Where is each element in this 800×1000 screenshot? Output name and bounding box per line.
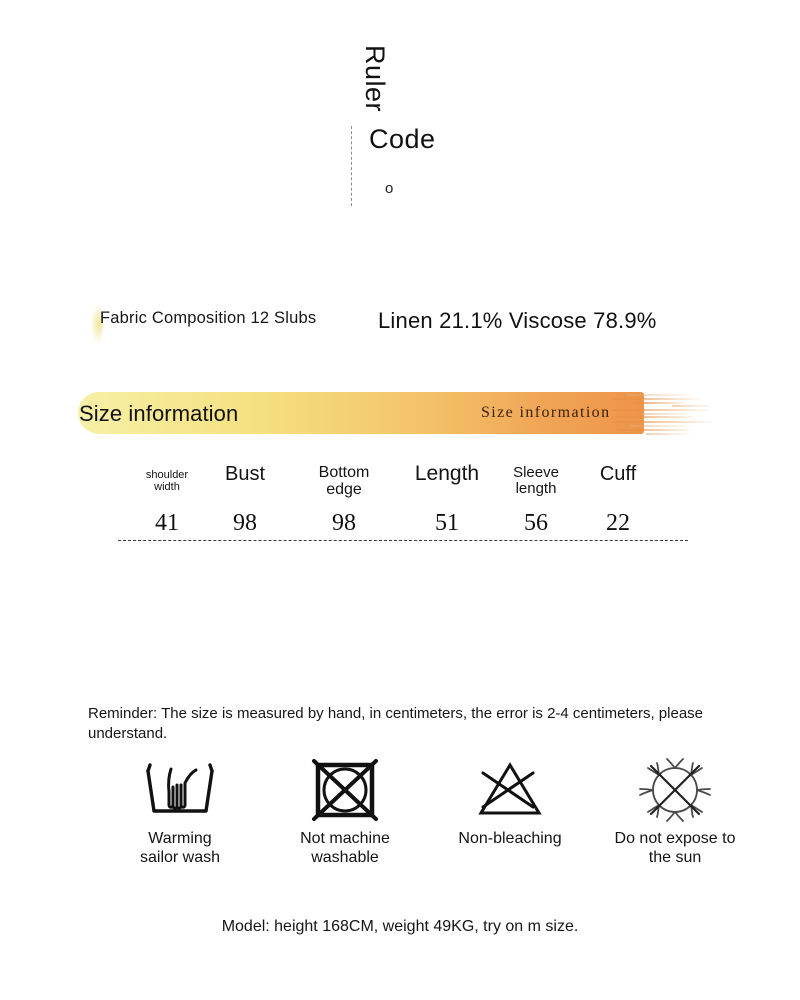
measurement-value: 22 xyxy=(606,510,630,536)
care-instruction-item: Not machine washable xyxy=(265,756,425,867)
measurement-header: Length xyxy=(414,462,480,485)
banner-streak-line xyxy=(630,425,692,427)
measurement-column: Sleeve length 56 xyxy=(495,460,577,536)
no-sun-icon xyxy=(595,756,755,824)
measurement-column: Bust 98 xyxy=(207,460,283,536)
banner-streak-line xyxy=(612,409,708,411)
measurement-header: shoulder width xyxy=(145,469,189,493)
size-measurement-table: shoulder width 41 Bust 98 Bottom edge 98 Lengt… xyxy=(110,460,690,545)
banner-streak-line xyxy=(616,416,696,418)
model-size-note: Model: height 168CM, weight 49KG, try on… xyxy=(221,918,579,935)
care-instruction-item: Warming sailor wash xyxy=(100,756,260,867)
no-machine-wash-icon xyxy=(265,756,425,824)
no-bleach-icon xyxy=(430,756,590,824)
header-dashed-divider xyxy=(351,126,352,206)
fabric-composition-value: Linen 21.1% Viscose 78.9% xyxy=(378,308,657,333)
hand-wash-icon xyxy=(100,756,260,824)
banner-streak-line xyxy=(626,394,692,396)
size-reminder-text: Reminder: The size is measured by hand, … xyxy=(88,705,703,743)
measurement-value: 98 xyxy=(332,510,356,536)
measurement-dashed-rule xyxy=(118,540,688,541)
banner-streak-line xyxy=(612,398,700,400)
banner-streak-line xyxy=(672,405,712,407)
measurement-column: shoulder width 41 xyxy=(130,460,204,536)
measurement-value: 56 xyxy=(524,510,548,536)
ruler-label: Ruler xyxy=(360,45,390,113)
care-instruction-row: Warming sailor wash Not machine washable… xyxy=(100,756,760,886)
measurement-column: Bottom edge 98 xyxy=(302,460,386,536)
degree-mark-label: o xyxy=(385,180,394,197)
care-instruction-label: Do not expose to the sun xyxy=(614,830,736,866)
measurement-header: Bottom edge xyxy=(318,464,370,499)
measurement-column: Cuff 22 xyxy=(578,460,658,536)
banner-streak-line xyxy=(612,421,712,423)
care-instruction-label: Not machine washable xyxy=(300,830,390,866)
measurement-column: Length 51 xyxy=(403,460,491,536)
care-instruction-label: Non-bleaching xyxy=(458,830,562,847)
size-information-subtitle: Size information xyxy=(481,404,611,421)
banner-streak-line xyxy=(642,413,690,415)
measurement-header: Cuff xyxy=(599,463,637,485)
measurement-value: 41 xyxy=(155,510,179,536)
banner-streak-line xyxy=(634,402,686,404)
banner-streak-line xyxy=(618,429,692,431)
measurement-header: Bust xyxy=(224,463,266,485)
banner-streak-line xyxy=(646,433,690,435)
size-information-title: Size information xyxy=(79,401,239,426)
care-instruction-item: Do not expose to the sun xyxy=(595,756,755,867)
fabric-composition-label: Fabric Composition 12 Slubs xyxy=(100,309,317,327)
code-label: Code xyxy=(369,124,436,154)
care-instruction-item: Non-bleaching xyxy=(430,756,590,849)
banner-streak-decoration xyxy=(612,390,722,438)
measurement-header: Sleeve length xyxy=(513,464,559,498)
care-instruction-label: Warming sailor wash xyxy=(139,830,221,866)
measurement-value: 51 xyxy=(435,510,459,536)
measurement-value: 98 xyxy=(233,510,257,536)
